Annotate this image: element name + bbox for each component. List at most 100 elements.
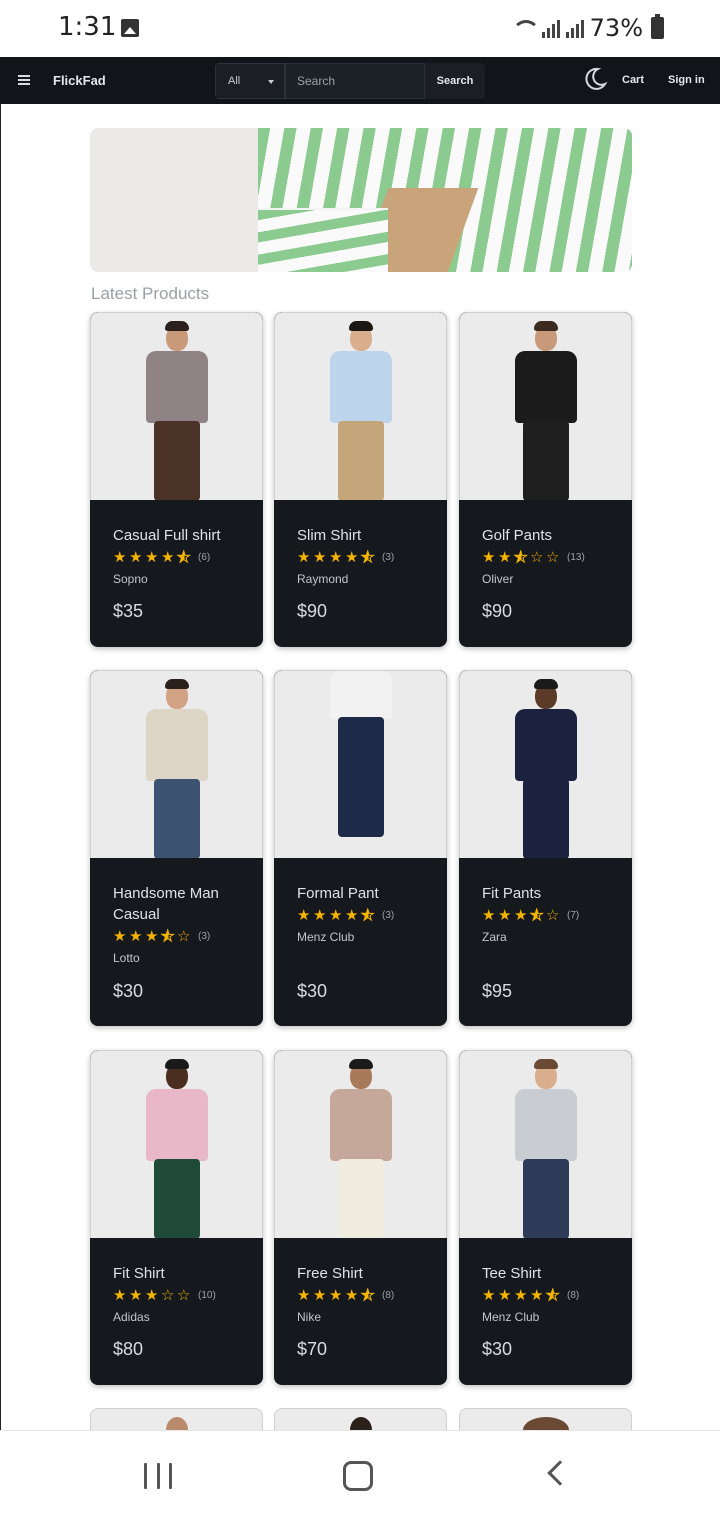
star-filled-icon: ★ xyxy=(498,906,512,924)
model-shirt xyxy=(514,1089,577,1161)
model-pants xyxy=(153,421,200,500)
product-title[interactable]: Free Shirt xyxy=(297,1263,437,1284)
star-filled-icon: ★ xyxy=(297,1286,311,1304)
star-empty-icon: ☆ xyxy=(530,548,544,566)
hero-banner[interactable] xyxy=(90,128,632,272)
product-card[interactable]: Formal Pant ★ ★ ★ ★ ★ (3) Menz Club $30 xyxy=(274,670,447,1026)
product-title[interactable]: Handsome Man Casual xyxy=(113,883,253,925)
product-title[interactable]: Fit Shirt xyxy=(113,1263,253,1284)
product-image[interactable] xyxy=(274,312,447,500)
model-pants xyxy=(337,717,384,837)
star-filled-icon: ★ xyxy=(313,548,327,566)
product-card[interactable]: Fit Pants ★ ★ ★ ★ ☆ (7) Zara $95 xyxy=(459,670,632,1026)
product-card[interactable]: Tee Shirt ★ ★ ★ ★ ★ (8) Menz Club $30 xyxy=(459,1050,632,1385)
star-filled-icon: ★ xyxy=(530,1286,544,1304)
product-card[interactable]: Free Shirt ★ ★ ★ ★ ★ (8) Nike $70 xyxy=(274,1050,447,1385)
model-pants xyxy=(337,1159,384,1238)
star-half-icon: ★ xyxy=(361,548,375,566)
back-button[interactable] xyxy=(547,1460,573,1486)
model-pants xyxy=(522,1159,569,1238)
product-image[interactable] xyxy=(459,670,632,858)
review-count: (8) xyxy=(382,1290,395,1301)
star-filled-icon: ★ xyxy=(297,548,311,566)
image-notification-icon xyxy=(121,19,139,37)
star-filled-icon: ★ xyxy=(129,927,143,945)
wifi-icon xyxy=(511,18,540,38)
product-rating: ★ ★ ★ ☆ ☆ (10) xyxy=(113,1288,216,1303)
star-half-icon: ★ xyxy=(361,1286,375,1304)
product-card-peek[interactable] xyxy=(90,1408,263,1430)
signal-icon-2 xyxy=(565,18,584,38)
search-bar: All Search Search xyxy=(215,63,485,99)
search-input[interactable]: Search xyxy=(285,63,425,99)
product-title[interactable]: Formal Pant xyxy=(297,883,437,904)
product-title[interactable]: Golf Pants xyxy=(482,525,622,546)
review-count: (8) xyxy=(567,1290,580,1301)
product-brand: Zara xyxy=(482,930,507,944)
search-button[interactable]: Search xyxy=(425,63,485,99)
product-rating: ★ ★ ★ ★ ★ (3) xyxy=(297,906,395,924)
model-head xyxy=(522,1417,569,1430)
product-title[interactable]: Slim Shirt xyxy=(297,525,437,546)
product-card-peek[interactable] xyxy=(459,1408,632,1430)
moon-icon[interactable] xyxy=(582,66,608,92)
brand-logo[interactable]: FlickFad xyxy=(53,73,106,88)
product-card[interactable]: Fit Shirt ★ ★ ★ ☆ ☆ (10) Adidas $80 xyxy=(90,1050,263,1385)
product-image[interactable] xyxy=(90,1050,263,1238)
star-empty-icon: ☆ xyxy=(161,1286,175,1304)
review-count: (13) xyxy=(567,552,585,563)
product-price: $90 xyxy=(482,601,513,621)
product-image[interactable] xyxy=(274,670,447,858)
model-shirt xyxy=(329,1089,392,1161)
product-price: $30 xyxy=(482,1339,513,1359)
menu-icon[interactable] xyxy=(18,75,30,85)
hero-cuff xyxy=(258,208,388,272)
model-shirt xyxy=(514,709,577,781)
product-rating: ★ ★ ★ ★ ★ (3) xyxy=(297,548,394,566)
signin-link[interactable]: Sign in xyxy=(668,74,705,86)
product-card[interactable]: Handsome Man Casual ★ ★ ★ ★ ☆ (3) Lotto $30 xyxy=(90,670,263,1026)
recent-apps-button[interactable] xyxy=(144,1463,172,1489)
home-button[interactable] xyxy=(343,1461,373,1491)
product-price: $30 xyxy=(113,981,144,1001)
star-filled-icon: ★ xyxy=(329,906,343,924)
star-filled-icon: ★ xyxy=(145,927,159,945)
star-filled-icon: ★ xyxy=(482,1286,496,1304)
star-filled-icon: ★ xyxy=(113,1286,127,1304)
status-bar: 1:31 73% xyxy=(0,0,720,57)
review-count: (3) xyxy=(382,910,395,921)
product-image[interactable] xyxy=(459,312,632,500)
model-hair xyxy=(533,679,558,689)
product-title[interactable]: Tee Shirt xyxy=(482,1263,622,1284)
model-hair xyxy=(348,321,373,331)
product-card[interactable]: Slim Shirt ★ ★ ★ ★ ★ (3) Raymond $90 xyxy=(274,312,447,647)
product-title[interactable]: Fit Pants xyxy=(482,883,622,904)
star-filled-icon: ★ xyxy=(145,548,159,566)
product-card-peek[interactable] xyxy=(274,1408,447,1430)
star-empty-icon: ☆ xyxy=(546,548,560,566)
product-image[interactable] xyxy=(90,670,263,858)
search-placeholder: Search xyxy=(297,74,336,88)
product-brand: Oliver xyxy=(482,572,514,586)
model-shirt xyxy=(145,1089,208,1161)
model-hair xyxy=(164,679,189,689)
product-brand: Menz Club xyxy=(297,930,355,944)
product-image[interactable] xyxy=(90,312,263,500)
product-card[interactable]: Golf Pants ★ ★ ★ ☆ ☆ (13) Oliver $90 xyxy=(459,312,632,647)
top-navbar: FlickFad All Search Search Cart Sign in xyxy=(0,57,720,104)
product-image[interactable] xyxy=(459,1050,632,1238)
cart-link[interactable]: Cart xyxy=(622,74,644,86)
product-price: $35 xyxy=(113,601,144,621)
product-rating: ★ ★ ★ ★ ★ (6) xyxy=(113,548,210,566)
star-half-icon: ★ xyxy=(514,548,528,566)
star-filled-icon: ★ xyxy=(145,1286,159,1304)
product-title[interactable]: Casual Full shirt xyxy=(113,525,253,546)
star-half-icon: ★ xyxy=(177,548,191,566)
star-filled-icon: ★ xyxy=(297,906,311,924)
search-category-select[interactable]: All xyxy=(215,63,285,99)
star-filled-icon: ★ xyxy=(113,927,127,945)
battery-icon xyxy=(651,14,664,39)
product-image[interactable] xyxy=(274,1050,447,1238)
product-card[interactable]: Casual Full shirt ★ ★ ★ ★ ★ (6) Sopno $35 xyxy=(90,312,263,647)
product-rating: ★ ★ ★ ☆ ☆ (13) xyxy=(482,548,585,566)
